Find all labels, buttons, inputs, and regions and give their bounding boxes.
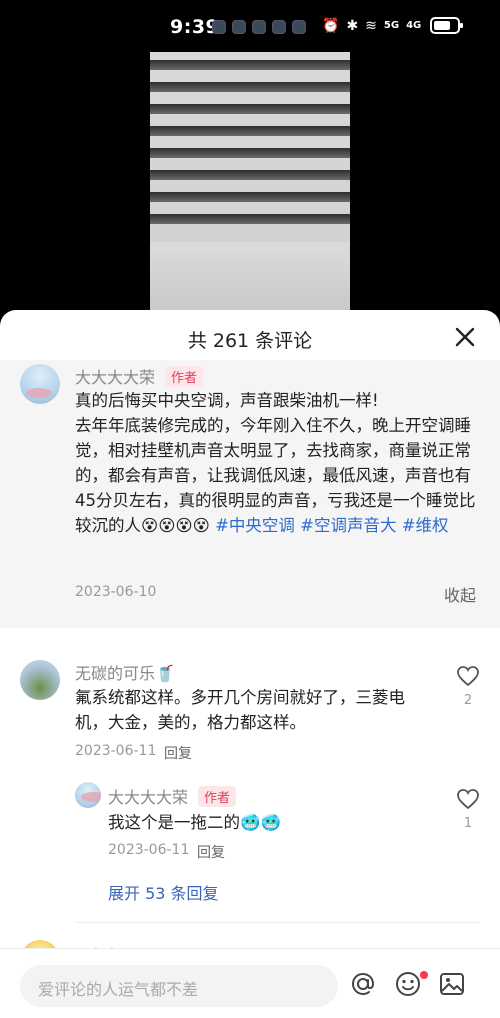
commenter-name[interactable]: 大大大大荣 — [108, 784, 188, 808]
commenter-name[interactable]: 无碳的可乐🥤 — [75, 660, 175, 684]
system-icons: ⏰ ✱ ≋ 5G 4G — [322, 17, 464, 34]
wifi-icon: ≋ — [365, 17, 377, 34]
notification-icons — [212, 20, 306, 34]
app-notification-icon — [252, 20, 266, 34]
bluetooth-icon: ✱ — [346, 17, 359, 34]
mention-icon[interactable] — [348, 969, 378, 999]
comment-date: 2023-06-11 — [108, 842, 190, 858]
close-icon[interactable] — [454, 326, 476, 348]
like-count: 2 — [463, 693, 473, 708]
app-notification-icon — [272, 20, 286, 34]
hashtag-link[interactable]: #中央空调 — [215, 516, 295, 535]
commenter-name[interactable]: 大大大大荣 — [75, 364, 155, 388]
author-badge: 作者 — [165, 366, 204, 387]
app-notification-icon — [232, 20, 246, 34]
comment-text[interactable]: 我这个是一拖二的🥶🥶 — [108, 810, 408, 835]
signal-5g-icon: 5G — [383, 19, 400, 31]
avatar[interactable] — [20, 364, 60, 404]
sheet-header: 共 261 条评论 — [0, 310, 500, 366]
emoji-sticker: 😵😵😵😵 — [141, 516, 210, 535]
hashtag-link[interactable]: #空调声音大 — [300, 516, 396, 535]
comment-text[interactable]: 真的后悔买中央空调，声音跟柴油机一样! 去年年底装修完成的，今年刚入住不久，晚上… — [75, 388, 485, 538]
status-bar: 9:39 ⏰ ✱ ≋ 5G 4G — [0, 0, 500, 58]
alarm-icon: ⏰ — [322, 17, 340, 34]
video-player[interactable] — [0, 52, 500, 318]
comment-first-line: 真的后悔买中央空调，声音跟柴油机一样! — [75, 391, 379, 410]
hashtag-link[interactable]: #维权 — [402, 516, 449, 535]
comment-date: 2023-06-10 — [75, 584, 157, 600]
comment-text[interactable]: 氟系统都这样。多开几个房间就好了，三菱电机，大金，美的，格力都这样。 — [75, 685, 415, 735]
video-frame — [150, 52, 350, 314]
like-button[interactable]: 1 — [455, 788, 481, 831]
heart-icon — [457, 666, 479, 687]
emoji-icon[interactable] — [393, 969, 423, 999]
comment-count-title: 共 261 条评论 — [187, 330, 313, 352]
avatar[interactable] — [75, 782, 101, 808]
app-notification-icon — [212, 20, 226, 34]
like-button[interactable]: 2 — [455, 665, 481, 708]
comment-input[interactable]: 爱评论的人运气都不差 — [20, 965, 338, 1007]
notification-dot — [420, 971, 428, 979]
author-comment: 大大大大荣 作者 真的后悔买中央空调，声音跟柴油机一样! 去年年底装修完成的，今… — [0, 360, 500, 628]
reply-button[interactable]: 回复 — [197, 842, 225, 862]
signal-4g-icon: 4G — [406, 19, 422, 31]
avatar[interactable] — [20, 660, 60, 700]
reply-button[interactable]: 回复 — [164, 743, 192, 763]
app-notification-icon — [292, 20, 306, 34]
image-icon[interactable] — [437, 969, 467, 999]
author-badge: 作者 — [198, 786, 237, 807]
comments-sheet: 共 261 条评论 大大大大荣 作者 真的后悔买中央空调，声音跟柴油机一样! 去… — [0, 310, 500, 1018]
comment-input-bar: 爱评论的人运气都不差 — [0, 948, 500, 1018]
expand-replies-button[interactable]: 展开 53 条回复 — [108, 880, 219, 904]
battery-icon — [430, 17, 464, 34]
comment-date: 2023-06-11 — [75, 743, 157, 759]
like-count: 1 — [463, 816, 473, 831]
collapse-button[interactable]: 收起 — [444, 582, 476, 606]
heart-icon — [457, 789, 479, 810]
divider — [75, 922, 480, 923]
